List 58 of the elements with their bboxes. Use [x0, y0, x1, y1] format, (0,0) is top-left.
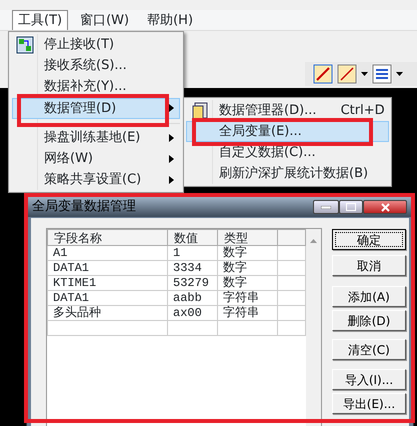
table-cell: DATA1 [48, 260, 168, 276]
submenu-arrow-icon [169, 134, 174, 142]
column-header: 类型 [218, 230, 278, 246]
scrollbar[interactable] [306, 229, 321, 426]
database-icon [192, 102, 208, 120]
dialog-button[interactable]: 取消 [332, 255, 406, 276]
caret-icon [396, 72, 403, 76]
minimize-icon [321, 206, 331, 208]
table-cell: 字符串 [218, 290, 278, 306]
maximize-button[interactable] [339, 200, 363, 214]
submenu-arrow-icon [169, 104, 174, 112]
table-cell: 数字 [218, 276, 278, 290]
menu-item[interactable]: 网络(W) [11, 148, 181, 169]
table-cell: DATA1 [48, 290, 168, 306]
table-cell: 1 [168, 246, 218, 260]
menu-item[interactable]: 操盘训练基地(E) [11, 127, 181, 148]
network-icon [16, 36, 34, 54]
dialog-button[interactable]: 导出(E)... [332, 393, 406, 414]
table-cell: A1 [48, 246, 168, 260]
table-cell: 53279 [168, 276, 218, 290]
table-cell: 字符串 [218, 306, 278, 320]
list-tool-icon [372, 64, 392, 84]
table-cell: aabb [168, 290, 218, 306]
dialog-button[interactable]: 清空(C) [332, 339, 406, 360]
menu-item[interactable]: 全局变量(E)... [186, 121, 389, 142]
submenu-arrow-icon [169, 176, 174, 184]
drawing-tool-icon [313, 64, 333, 84]
menu-item[interactable]: 自定义数据(C)... [186, 142, 389, 163]
column-header: 字段名称 [48, 230, 168, 246]
menu-item[interactable]: 数据补充(Y)... [11, 76, 181, 97]
table-cell: 多头品种 [48, 306, 168, 320]
menu-item[interactable]: 策略共享设置(C) [11, 169, 181, 190]
dialog-button[interactable]: 删除(D) [332, 310, 406, 331]
dialog-button[interactable]: 添加(A) [332, 286, 406, 307]
menu-item[interactable]: 接收系统(S)... [11, 55, 181, 76]
line-tool-icon [337, 64, 357, 84]
table-cell: KTIME1 [48, 276, 168, 290]
column-header: 数值 [168, 230, 218, 246]
menu-item[interactable]: 刷新沪深扩展统计数据(B) [186, 163, 389, 184]
menu-item[interactable]: 数据管理器(D)... Ctrl+D [186, 100, 389, 121]
menu-item[interactable]: 帮助(H) [141, 10, 200, 30]
maximize-icon [346, 203, 356, 211]
caret-icon [361, 72, 368, 76]
table-cell: 数字 [218, 260, 278, 276]
menu-item[interactable]: 工具(T) [12, 10, 68, 30]
submenu-arrow-icon [169, 155, 174, 163]
table-cell: ax00 [168, 306, 218, 320]
menu-item[interactable]: 窗口(W) [74, 10, 136, 30]
table-cell: 3334 [168, 260, 218, 276]
dialog-button[interactable]: 导入(I)... [332, 369, 406, 390]
dialog-button[interactable]: 确定 [332, 229, 406, 250]
close-button[interactable] [363, 200, 407, 214]
scroll-up-icon [310, 239, 317, 243]
menu-item[interactable]: 停止接收(T) [11, 34, 181, 55]
table-cell: 数字 [218, 246, 278, 260]
dialog-title: 全局变量数据管理 [32, 198, 136, 216]
minimize-button[interactable] [313, 200, 339, 214]
close-icon [380, 202, 390, 212]
